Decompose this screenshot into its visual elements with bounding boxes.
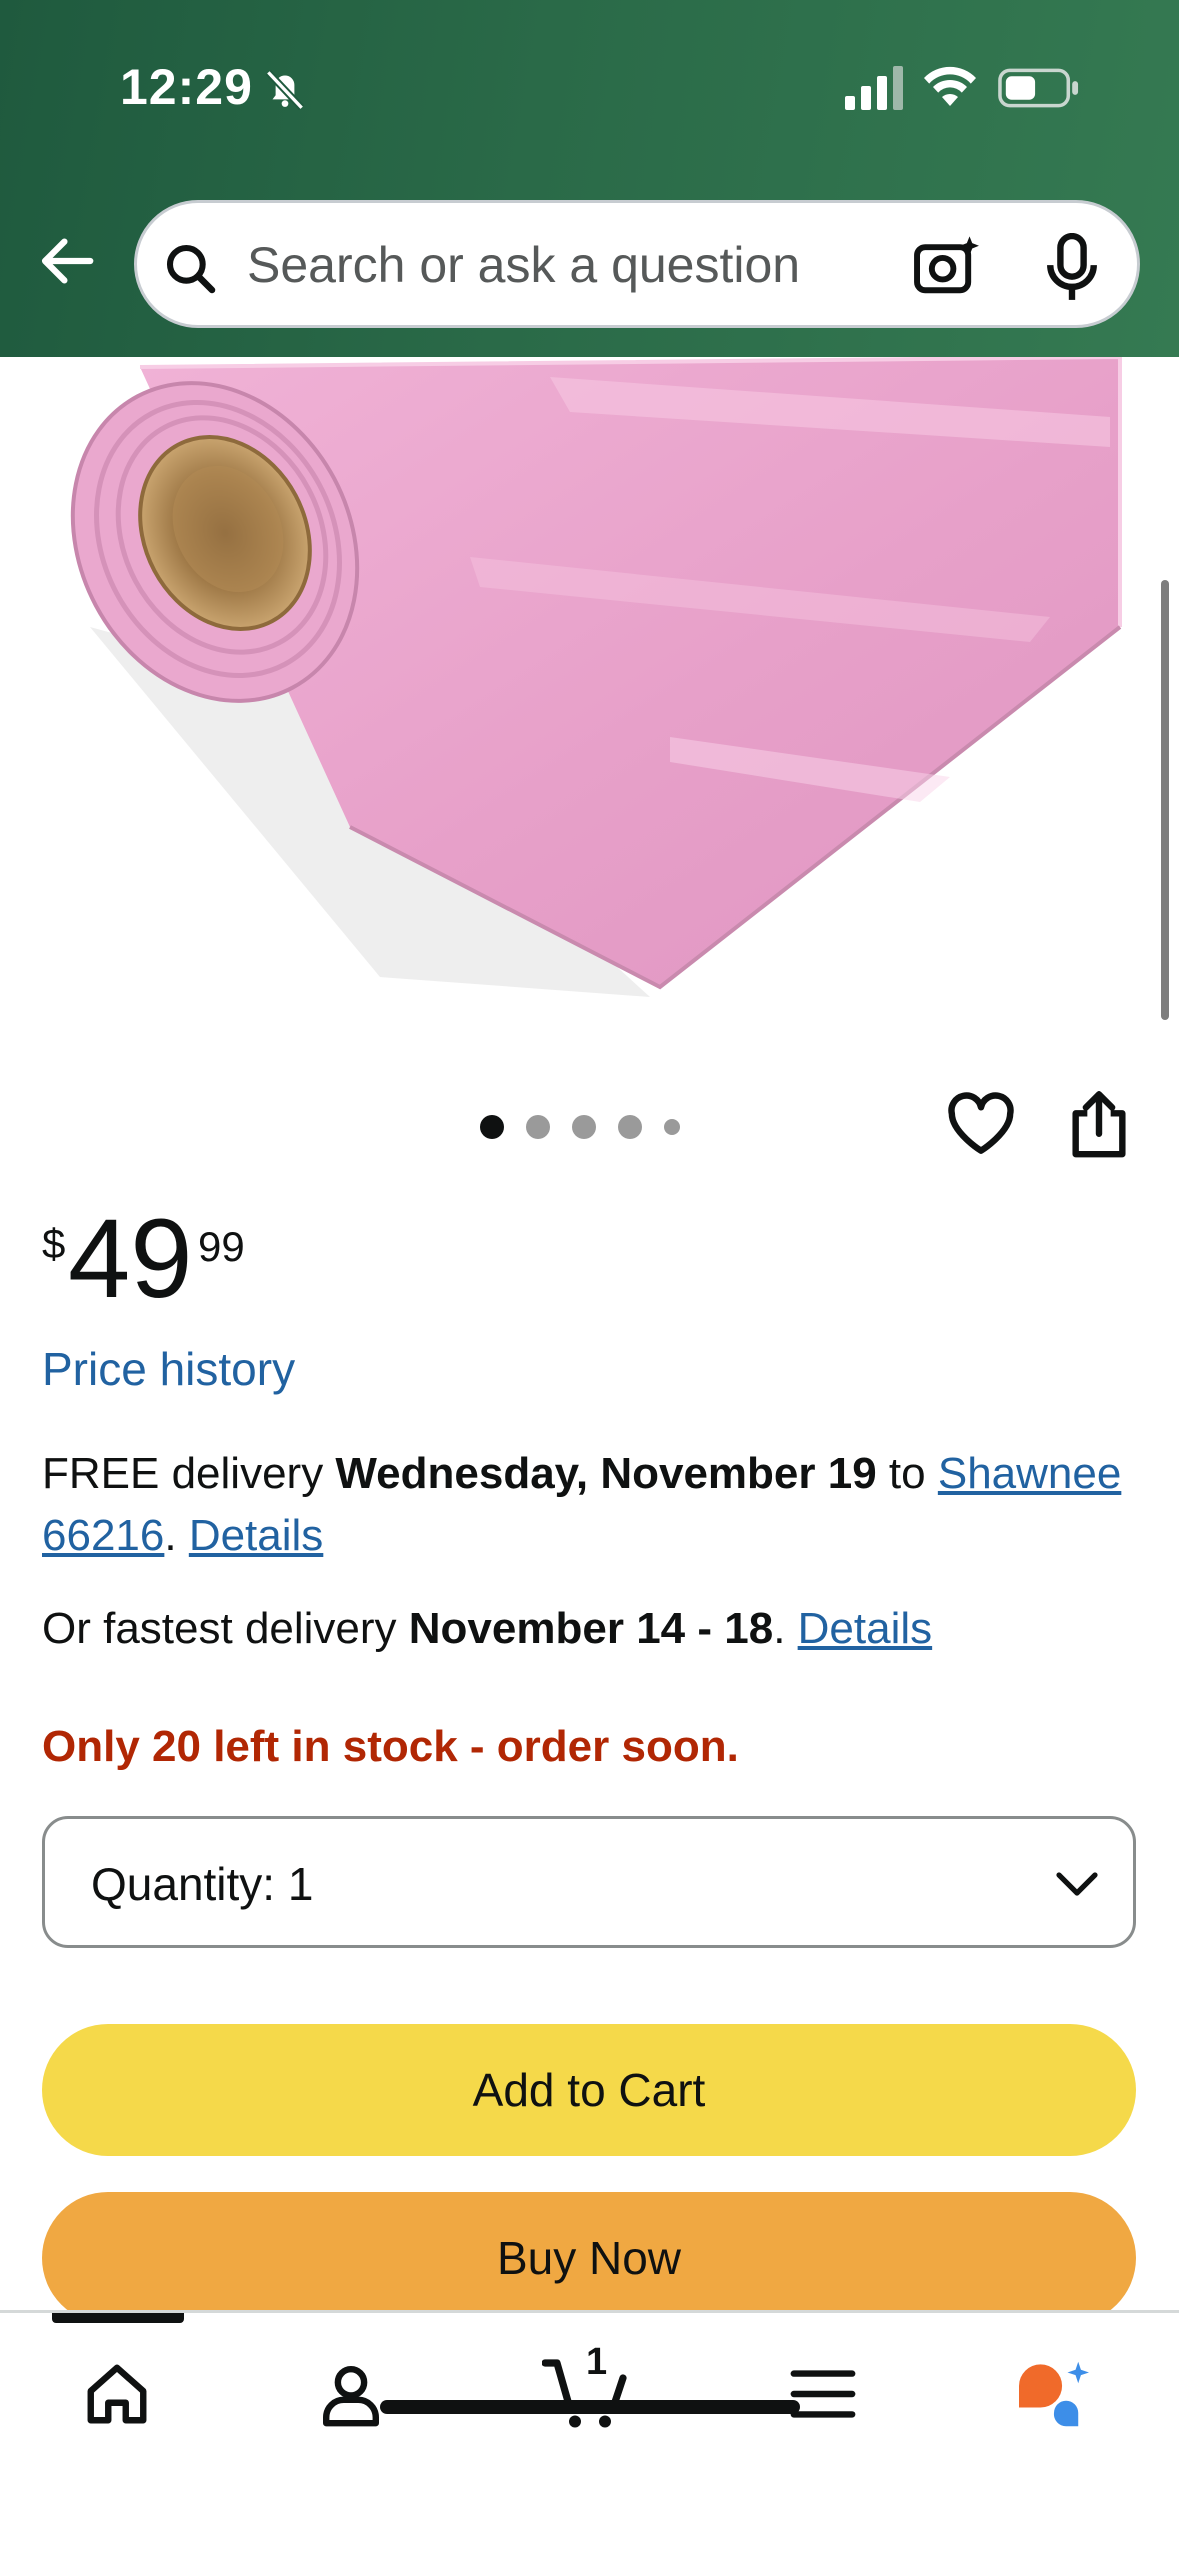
delivery-info: FREE delivery Wednesday, November 19 to … <box>42 1443 1142 1567</box>
battery-icon <box>998 68 1079 108</box>
fastest-details-link[interactable]: Details <box>798 1604 933 1653</box>
header: 12:29 <box>0 0 1179 357</box>
carousel-dot[interactable] <box>526 1115 550 1139</box>
signal-icon <box>845 66 903 110</box>
buy-now-button[interactable]: Buy Now <box>42 2192 1136 2324</box>
nav-active-indicator <box>52 2313 184 2323</box>
status-time: 12:29 <box>120 59 253 115</box>
scroll-indicator[interactable] <box>1161 580 1169 1020</box>
carousel-dot[interactable] <box>572 1115 596 1139</box>
chevron-down-icon <box>1056 1872 1098 1896</box>
product-image[interactable] <box>50 357 1130 1007</box>
carousel-dot[interactable] <box>664 1119 680 1135</box>
home-indicator <box>380 2400 800 2414</box>
fastest-date: November 14 - 18 <box>408 1604 774 1653</box>
delivery-to: to <box>876 1449 938 1498</box>
fastest-sep: . <box>773 1604 798 1653</box>
quantity-label: Quantity: 1 <box>91 1858 314 1910</box>
back-arrow-icon[interactable] <box>36 230 98 292</box>
heart-icon[interactable] <box>946 1090 1016 1156</box>
search-bar[interactable] <box>134 200 1140 328</box>
delivery-details-link[interactable]: Details <box>189 1511 324 1560</box>
carousel-dot[interactable] <box>618 1115 642 1139</box>
bell-off-icon <box>265 69 305 111</box>
rufus-assistant-icon[interactable] <box>1012 2359 1096 2429</box>
home-icon[interactable] <box>82 2359 152 2429</box>
fastest-prefix: Or fastest delivery <box>42 1604 409 1653</box>
quantity-value: 1 <box>287 1858 314 1910</box>
carousel-dot[interactable] <box>480 1115 504 1139</box>
quantity-select[interactable]: Quantity: 1 <box>42 1816 1136 1948</box>
delivery-prefix: FREE delivery <box>42 1449 336 1498</box>
price-currency: $ <box>42 1220 66 1267</box>
account-icon[interactable] <box>316 2359 386 2429</box>
add-to-cart-button[interactable]: Add to Cart <box>42 2024 1136 2156</box>
price-whole: 49 <box>68 1196 193 1321</box>
search-input[interactable] <box>247 233 887 297</box>
wifi-icon <box>924 66 976 106</box>
image-carousel-dots[interactable] <box>480 1112 680 1142</box>
share-icon[interactable] <box>1068 1090 1130 1160</box>
price-fraction: 99 <box>198 1223 245 1270</box>
camera-lens-icon[interactable] <box>913 233 983 299</box>
cart-count: 1 <box>586 2341 608 2383</box>
bottom-nav: 1 <box>0 2310 1179 2556</box>
delivery-sep: . <box>164 1511 189 1560</box>
stock-warning: Only 20 left in stock - order soon. <box>42 1722 739 1771</box>
microphone-icon[interactable] <box>1043 233 1101 303</box>
menu-icon[interactable] <box>788 2359 858 2429</box>
price-history-link[interactable]: Price history <box>42 1342 295 1396</box>
search-icon <box>166 244 216 294</box>
delivery-date: Wednesday, November 19 <box>335 1449 877 1498</box>
fastest-delivery-info: Or fastest delivery November 14 - 18. De… <box>42 1598 1142 1660</box>
